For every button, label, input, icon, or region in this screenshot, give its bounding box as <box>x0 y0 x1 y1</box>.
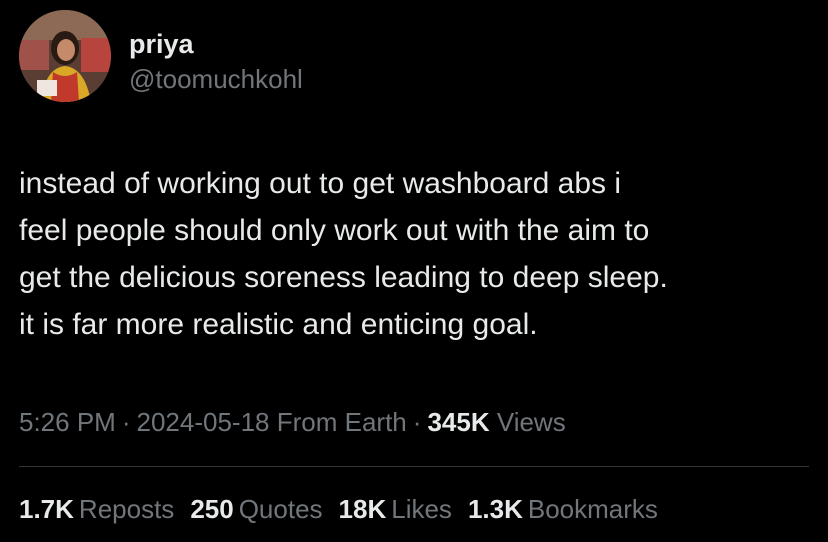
tweet-card: priya @toomuchkohl instead of working ou… <box>0 0 828 542</box>
divider <box>19 466 809 467</box>
likes-count: 18K <box>338 494 387 524</box>
bookmarks-count: 1.3K <box>467 494 523 524</box>
views-count[interactable]: 345K <box>427 407 489 437</box>
tweet-date[interactable]: 2024-05-18 <box>137 407 270 437</box>
tweet-header: priya @toomuchkohl <box>19 10 303 102</box>
tweet-location: From Earth <box>276 407 407 437</box>
reposts-stat[interactable]: 1.7K Reposts <box>19 491 174 527</box>
reposts-label: Reposts <box>78 494 175 524</box>
likes-stat[interactable]: 18K Likes <box>339 491 452 527</box>
tweet-text: instead of working out to get washboard … <box>19 160 809 348</box>
bookmarks-stat[interactable]: 1.3K Bookmarks <box>468 491 658 527</box>
author-names: priya @toomuchkohl <box>129 10 303 96</box>
tweet-meta: 5:26 PM · 2024-05-18 From Earth · 345K Views <box>19 404 566 440</box>
likes-label: Likes <box>391 494 452 524</box>
tweet-text-line: instead of working out to get washboard … <box>19 167 622 200</box>
meta-separator: · <box>412 407 422 437</box>
bookmarks-label: Bookmarks <box>527 494 658 524</box>
meta-separator: · <box>121 407 131 437</box>
avatar-photo <box>19 10 111 102</box>
author-handle[interactable]: @toomuchkohl <box>129 62 303 96</box>
tweet-time[interactable]: 5:26 PM <box>19 407 116 437</box>
reposts-count: 1.7K <box>19 494 74 524</box>
tweet-text-line: it is far more realistic and enticing go… <box>19 308 538 341</box>
tweet-text-line: get the delicious soreness leading to de… <box>19 261 668 294</box>
author-display-name[interactable]: priya <box>129 28 303 60</box>
engagement-stats: 1.7K Reposts 250 Quotes 18K Likes 1.3K Bookm… <box>19 491 658 527</box>
avatar[interactable] <box>19 10 111 102</box>
quotes-label: Quotes <box>238 494 323 524</box>
quotes-count: 250 <box>190 494 234 524</box>
views-label[interactable]: Views <box>497 407 566 437</box>
quotes-stat[interactable]: 250 Quotes <box>190 491 322 527</box>
tweet-text-line: feel people should only work out with th… <box>19 214 650 247</box>
